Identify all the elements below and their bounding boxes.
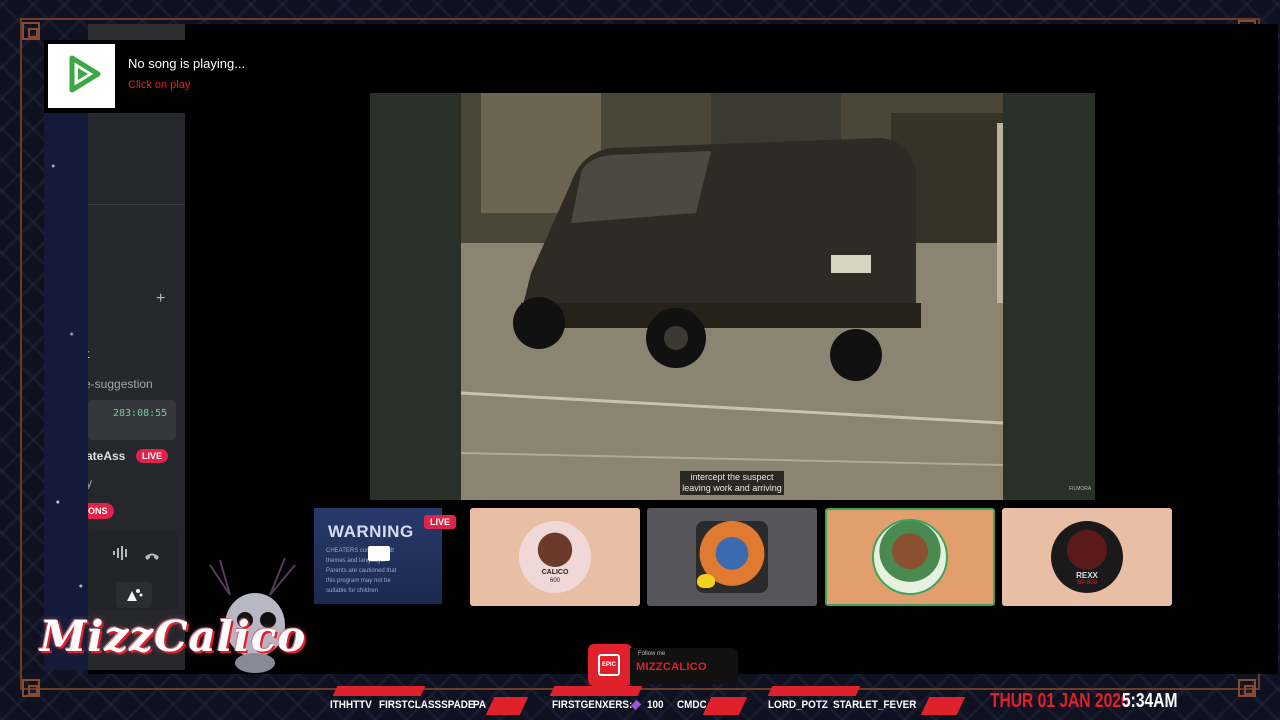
participant-tile-speaking[interactable] <box>825 508 995 606</box>
frame-corner-ornament <box>22 679 40 697</box>
avatar: REXX BP 800 <box>1051 521 1123 593</box>
participant-tile[interactable]: REXX BP 800 <box>1002 508 1172 606</box>
follower-ticker: ITHHTTV FIRSTCLASSSPADE PA FIRSTGENXERS:… <box>330 695 960 717</box>
add-channel-button[interactable]: + <box>156 290 165 308</box>
channel-fragment[interactable]: y <box>88 476 92 490</box>
avatar: CALICO 600 <box>519 521 591 593</box>
follow-handle: MIZZCALICO <box>636 661 707 673</box>
live-badge: LIVE <box>136 449 169 463</box>
follow-caption: Follow me <box>638 651 666 657</box>
soundboard-button[interactable] <box>116 582 152 608</box>
video-pillar-right <box>1003 93 1095 500</box>
soundboard-icon <box>125 587 143 608</box>
voice-channel-row[interactable]: 283:08:55 <box>88 400 176 440</box>
ticker-item: LORD_POTZ <box>768 699 828 711</box>
video-pillar-left <box>370 93 462 500</box>
music-play-button[interactable] <box>48 44 115 108</box>
ticker-item: CMDC <box>677 699 707 711</box>
channel-logo: MizzCalico <box>40 612 307 661</box>
ticker-item: FIRSTGENXERS: <box>552 699 633 711</box>
starfield-strip <box>44 110 90 670</box>
warning-text: Parents are cautioned that <box>326 568 397 574</box>
discord-sidebar: + t e-suggestion 283:08:55 ateAss LIVE y… <box>88 24 185 670</box>
divider <box>88 204 185 205</box>
gem-icon <box>630 699 642 711</box>
duck-icon <box>697 574 715 588</box>
live-user-name[interactable]: ateAss <box>88 449 125 463</box>
video-watermark: FILMORA <box>1069 486 1092 492</box>
ticker-item: 100 <box>647 699 664 711</box>
music-status: No song is playing... <box>128 56 246 71</box>
tile-live-badge: LIVE <box>424 515 457 529</box>
audio-waveform-icon[interactable] <box>112 546 130 565</box>
avatar <box>872 519 948 595</box>
van-scene <box>461 93 1003 500</box>
ticker-item: FIRSTCLASSSPADE <box>379 699 475 711</box>
date-display: THUR 01 JAN 2026 <box>990 690 1130 712</box>
ticker-item: ITHHTTV <box>330 699 372 711</box>
warning-text: this program may not be <box>326 578 391 584</box>
epic-logo-text: EPIC <box>598 654 620 676</box>
voice-controls-panel <box>88 530 178 610</box>
video-frame <box>461 93 1003 500</box>
channel-game-suggestion[interactable]: e-suggestion <box>88 377 153 391</box>
participant-tile[interactable] <box>647 508 817 606</box>
ticker-item: STARLET_FEVER <box>833 699 917 711</box>
warning-stream-tile[interactable]: WARNING CHEATERS contain adult themes an… <box>314 508 442 604</box>
avatar-label: REXX <box>1076 571 1098 580</box>
avatar-sublabel: 600 <box>549 578 560 584</box>
music-click-to-play[interactable]: Click on play <box>128 79 190 91</box>
subtitle-line: leaving work and arriving <box>682 483 782 493</box>
ticker-item: PA <box>473 699 487 711</box>
frame-corner-ornament <box>22 22 40 40</box>
avatar-sublabel: BP 800 <box>1077 580 1097 586</box>
subtitle-line: intercept the suspect <box>690 472 774 482</box>
warning-text: suitable for children <box>326 588 379 594</box>
play-triangle-icon <box>60 52 104 101</box>
epic-games-logo: EPIC <box>588 644 632 686</box>
voice-timer: 283:08:55 <box>113 408 168 419</box>
time-display: 5:34AM <box>1122 690 1178 712</box>
warning-title: WARNING <box>328 522 414 541</box>
participant-tile[interactable]: CALICO 600 <box>470 508 640 606</box>
channel-name[interactable]: t <box>88 347 89 361</box>
screen-share-icon <box>368 546 390 561</box>
video-subtitle: intercept the suspect leaving work and a… <box>680 471 784 495</box>
notifications-badge[interactable]: ONS <box>88 503 114 519</box>
avatar-label: CALICO <box>541 569 569 576</box>
phone-hangup-icon[interactable] <box>144 548 160 566</box>
frame-corner-ornament <box>1238 679 1256 697</box>
